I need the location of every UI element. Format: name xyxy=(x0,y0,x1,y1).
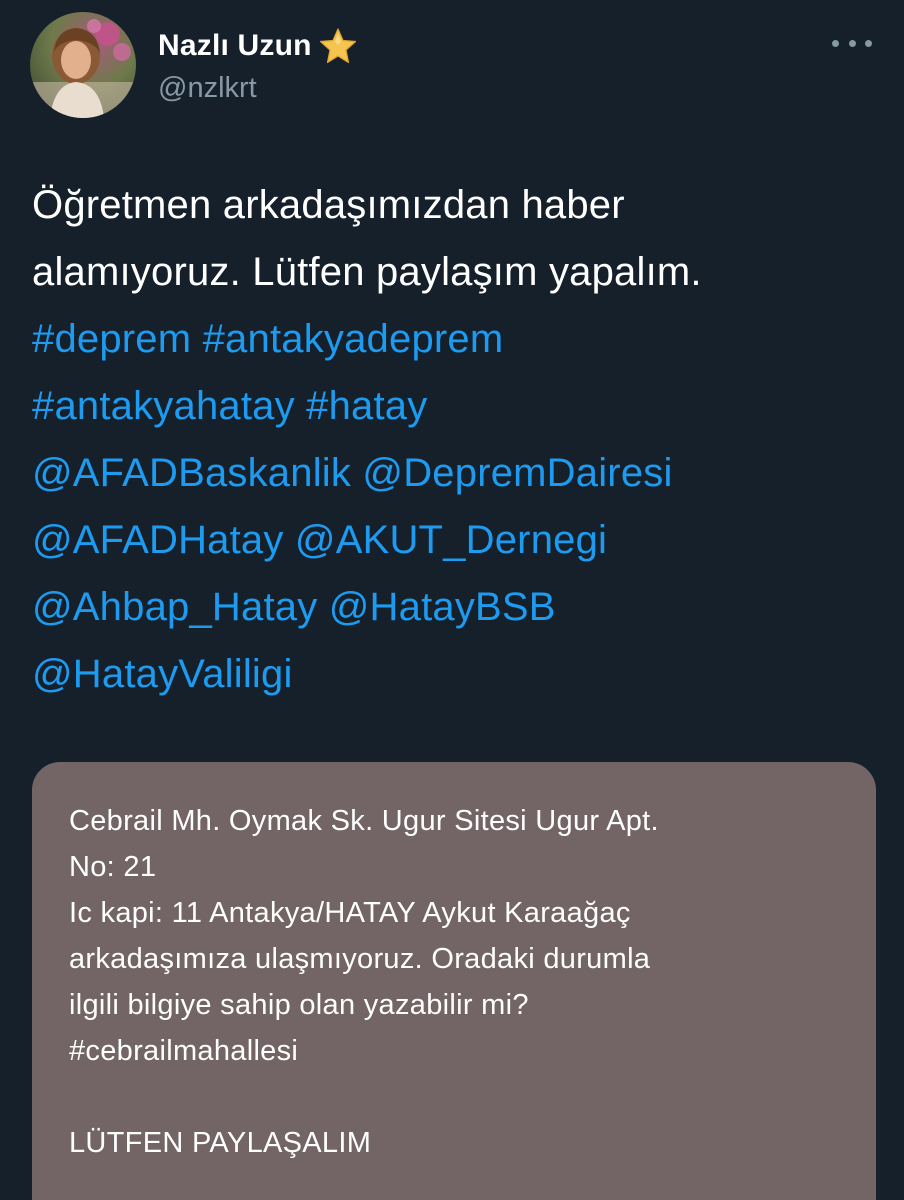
name-row: Nazlı Uzun xyxy=(158,26,358,66)
mention-link[interactable]: @AFADBaskanlik xyxy=(32,451,351,495)
mention-link[interactable]: @Ahbap_Hatay xyxy=(32,585,317,629)
tweet-text-line: #antakyahatay #hatay xyxy=(32,373,882,440)
hashtag-link[interactable]: #antakyahatay xyxy=(32,384,295,428)
tweet-text-line: #deprem #antakyadeprem xyxy=(32,306,882,373)
media-text-line: ilgili bilgiye sahip olan yazabilir mi? xyxy=(69,989,529,1021)
mention-link[interactable]: @HatayBSB xyxy=(329,585,556,629)
mention-link[interactable]: @AKUT_Dernegi xyxy=(295,518,607,562)
more-dot xyxy=(848,39,856,47)
media-text-gap xyxy=(69,1074,849,1120)
media-card[interactable]: Cebrail Mh. Oymak Sk. Ugur Sitesi Ugur A… xyxy=(32,762,876,1200)
display-name[interactable]: Nazlı Uzun xyxy=(158,29,312,63)
mention-link[interactable]: @DepremDairesi xyxy=(362,451,672,495)
tweet-text-line: @AFADHatay @AKUT_Dernegi xyxy=(32,507,882,574)
hashtag-link[interactable]: #antakyadeprem xyxy=(203,317,504,361)
more-dot xyxy=(832,39,839,47)
star-icon xyxy=(318,26,358,66)
more-icon[interactable] xyxy=(832,33,872,53)
tweet-text-line: alamıyoruz. Lütfen paylaşım yapalım. xyxy=(32,250,702,294)
media-text: Cebrail Mh. Oymak Sk. Ugur Sitesi Ugur A… xyxy=(69,798,849,1166)
tweet-text-line: @AFADBaskanlik @DepremDairesi xyxy=(32,440,882,507)
media-text-line: Ic kapi: 11 Antakya/HATAY Aykut Karaağaç xyxy=(69,897,631,929)
mention-link[interactable]: @AFADHatay xyxy=(32,518,284,562)
media-text-line: Cebrail Mh. Oymak Sk. Ugur Sitesi Ugur A… xyxy=(69,805,659,837)
media-text-line: arkadaşımıza ulaşmıyoruz. Oradaki duruml… xyxy=(69,943,651,975)
tweet-text: Öğretmen arkadaşımızdan haber alamıyoruz… xyxy=(32,172,882,708)
media-text-line: #cebrailmahallesi xyxy=(69,1035,299,1067)
tweet-text-line: @Ahbap_Hatay @HatayBSB xyxy=(32,574,882,641)
author-handle[interactable]: @nzlkrt xyxy=(158,72,257,105)
media-footer: LÜTFEN PAYLAŞALIM xyxy=(69,1127,372,1159)
avatar[interactable] xyxy=(30,12,136,118)
mention-link[interactable]: @HatayValiligi xyxy=(32,652,293,696)
media-text-line: No: 21 xyxy=(69,851,157,883)
tweet-text-line: Öğretmen arkadaşımızdan haber xyxy=(32,183,625,227)
hashtag-link[interactable]: #deprem xyxy=(32,317,191,361)
avatar-photo-icon xyxy=(30,12,136,118)
more-dot xyxy=(865,39,872,47)
hashtag-link[interactable]: #hatay xyxy=(306,384,427,428)
tweet-text-line: @HatayValiligi xyxy=(32,641,882,708)
tweet: Nazlı Uzun @nzlkrt Öğretmen arkadaşımızd… xyxy=(0,0,904,1200)
